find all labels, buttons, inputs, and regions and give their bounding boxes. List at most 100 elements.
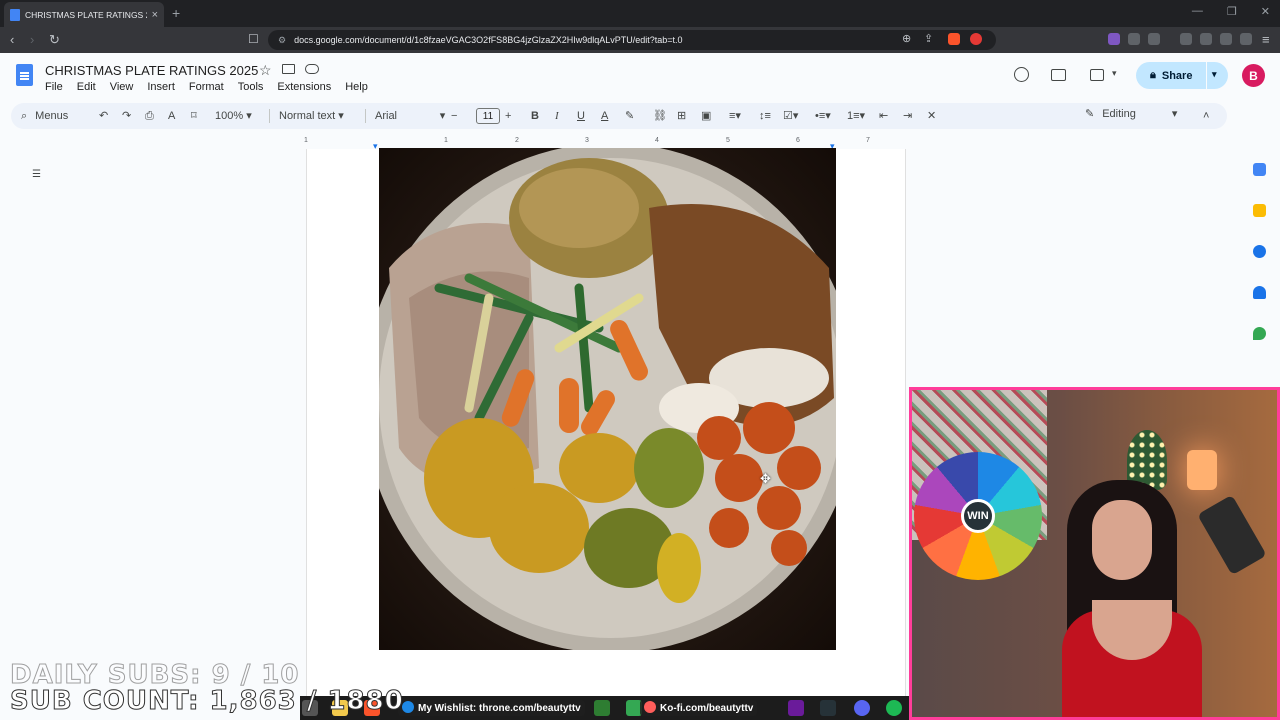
ruler-mark: 3 [585, 137, 589, 144]
clear-formatting-icon[interactable]: ✕ [927, 107, 936, 125]
obs-icon[interactable] [820, 700, 836, 716]
italic-icon[interactable]: I [555, 107, 559, 125]
numbered-list-icon[interactable]: 1≡▾ [847, 107, 865, 125]
wallet-icon[interactable] [1148, 33, 1160, 45]
wheel-center-label: WIN [961, 499, 995, 533]
collapse-toolbar-icon[interactable]: ˄ [1203, 107, 1209, 125]
downloads-icon[interactable] [1220, 33, 1232, 45]
contacts-icon[interactable] [1253, 286, 1266, 299]
document-title[interactable]: CHRISTMAS PLATE RATINGS 2025 [45, 63, 258, 78]
decrease-indent-icon[interactable]: ⇤ [879, 107, 888, 125]
maps-icon[interactable] [1253, 327, 1266, 340]
app-icon[interactable] [594, 700, 610, 716]
meet-icon[interactable] [1090, 69, 1104, 81]
add-comment-icon[interactable]: ⊞ [677, 107, 686, 125]
close-window-button[interactable]: ✕ [1261, 5, 1270, 18]
window-controls: — ❐ ✕ [1192, 5, 1270, 18]
redo-icon[interactable]: ↷ [122, 107, 131, 125]
menu-file[interactable]: File [45, 81, 63, 93]
font-select[interactable]: Arial ▾ [375, 107, 445, 125]
wishlist-text: My Wishlist: throne.com/beautyttv [418, 703, 581, 714]
menu-edit[interactable]: Edit [77, 81, 96, 93]
kofi-icon [644, 701, 656, 713]
account-avatar[interactable]: B [1242, 64, 1265, 87]
menu-format[interactable]: Format [189, 81, 224, 93]
ruler-mark: 1 [304, 137, 308, 144]
prize-wheel: WIN [914, 452, 1042, 580]
brave-shield-icon[interactable] [948, 33, 960, 45]
menus-search-button[interactable]: ⌕ Menus [21, 107, 93, 125]
menu-insert[interactable]: Insert [147, 81, 175, 93]
cloud-status-icon[interactable] [305, 64, 319, 74]
zoom-select[interactable]: 100% ▾ [215, 107, 252, 125]
browser-menu-icon[interactable]: ≡ [1262, 32, 1270, 47]
share-page-icon[interactable]: ⇪ [924, 32, 933, 45]
profile-icon[interactable] [1240, 33, 1252, 45]
paragraph-style-select[interactable]: Normal text ▾ [279, 107, 344, 125]
keep-icon[interactable] [1253, 204, 1266, 217]
undo-icon[interactable]: ↶ [99, 107, 108, 125]
star-icon[interactable]: ☆ [259, 62, 272, 79]
url-text: docs.google.com/document/d/1c8fzaeVGAC3O… [294, 35, 683, 45]
sidebar-toggle-icon[interactable] [1180, 33, 1192, 45]
extension-icon[interactable] [1108, 33, 1120, 45]
spotify-icon[interactable] [886, 700, 902, 716]
forward-icon[interactable]: › [30, 32, 34, 47]
editing-mode-select[interactable]: ✎ Editing ▾ [1085, 107, 1178, 121]
maximize-button[interactable]: ❐ [1227, 5, 1237, 18]
insert-image-icon[interactable]: ▣ [701, 107, 711, 125]
docs-logo-icon[interactable] [16, 64, 33, 86]
menu-view[interactable]: View [110, 81, 134, 93]
brave-rewards-icon[interactable] [970, 33, 982, 45]
share-options-chevron-icon[interactable]: ▾ [1212, 69, 1217, 80]
underline-icon[interactable]: U [577, 107, 585, 125]
chevron-down-icon: ▾ [1171, 108, 1178, 120]
spellcheck-icon[interactable]: A [168, 107, 175, 125]
text-color-icon[interactable]: A [601, 107, 608, 125]
paint-format-icon[interactable]: ⌑ [191, 107, 197, 125]
bold-icon[interactable]: B [531, 107, 539, 125]
document-outline-icon[interactable]: ☰ [32, 169, 41, 180]
share-label: Share [1161, 69, 1193, 82]
plate-image-svg [379, 148, 836, 650]
version-history-icon[interactable] [1014, 67, 1029, 82]
font-size-input[interactable]: 11 [476, 108, 500, 124]
site-info-icon[interactable]: ⚙ [278, 35, 286, 46]
back-icon[interactable]: ‹ [10, 32, 14, 47]
reload-icon[interactable]: ↻ [49, 32, 60, 48]
tasks-icon[interactable] [1253, 245, 1266, 258]
insert-link-icon[interactable]: ⛓ [653, 107, 667, 125]
zoom-icon[interactable]: ⊕ [902, 32, 911, 45]
new-tab-button[interactable]: + [172, 5, 180, 21]
increase-indent-icon[interactable]: ⇥ [903, 107, 912, 125]
browser-tab-docs[interactable]: CHRISTMAS PLATE RATINGS 20... × [4, 2, 164, 27]
tab-close-icon[interactable]: × [152, 9, 158, 21]
style-value: Normal text [279, 110, 336, 122]
minimize-button[interactable]: — [1192, 5, 1203, 18]
bulleted-list-icon[interactable]: •≡▾ [815, 107, 831, 125]
url-field[interactable]: ⚙ docs.google.com/document/d/1c8fzaeVGAC… [268, 30, 996, 50]
menu-tools[interactable]: Tools [238, 81, 264, 93]
menu-help[interactable]: Help [345, 81, 368, 93]
move-folder-icon[interactable] [282, 64, 295, 74]
vpn-icon[interactable] [1200, 33, 1212, 45]
chevron-down-icon[interactable]: ▾ [1112, 68, 1117, 79]
decrease-font-size-icon[interactable]: − [451, 107, 457, 125]
share-button[interactable]: 🔒︎ Share ▾ [1136, 62, 1228, 89]
comments-icon[interactable] [1051, 69, 1066, 81]
highlight-icon[interactable]: ✎ [625, 107, 634, 125]
discord-icon[interactable] [854, 700, 870, 716]
align-icon[interactable]: ≡▾ [729, 107, 741, 125]
app-icon[interactable] [788, 700, 804, 716]
calendar-icon[interactable] [1253, 163, 1266, 176]
checklist-icon[interactable]: ☑▾ [783, 107, 798, 125]
increase-font-size-icon[interactable]: + [505, 107, 511, 125]
christmas-plate-photo[interactable] [379, 148, 836, 650]
side-panel: + [1240, 106, 1280, 406]
browser-tab-bar: CHRISTMAS PLATE RATINGS 20... × + — ❐ ✕ [0, 0, 1280, 27]
bookmark-icon[interactable]: ☐ [248, 32, 259, 46]
menu-extensions[interactable]: Extensions [277, 81, 331, 93]
line-spacing-icon[interactable]: ↕≡ [759, 107, 771, 125]
print-icon[interactable]: ⎙ [145, 107, 154, 125]
puzzle-extensions-icon[interactable] [1128, 33, 1140, 45]
